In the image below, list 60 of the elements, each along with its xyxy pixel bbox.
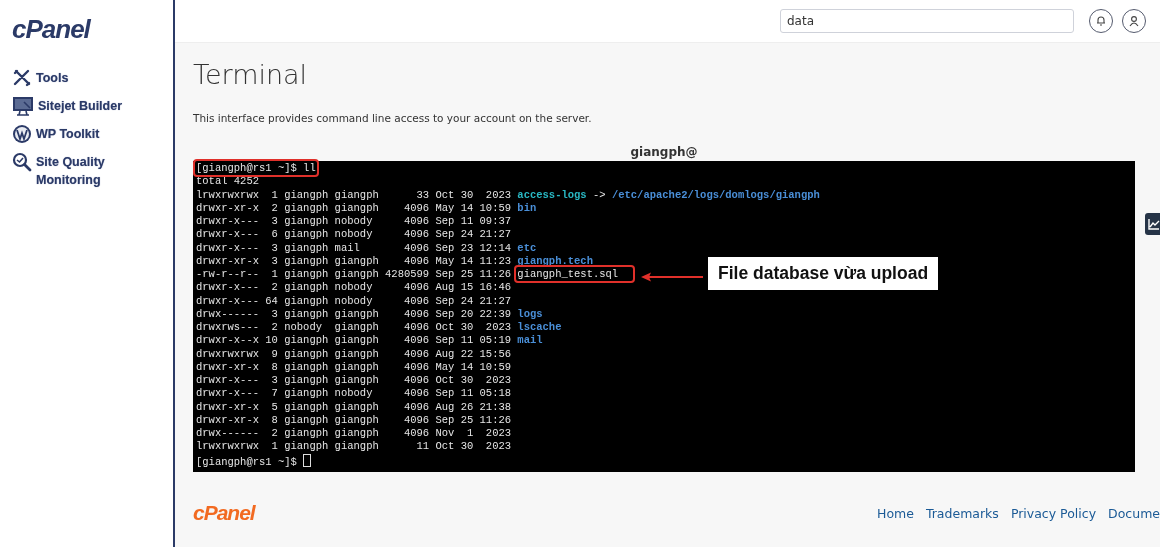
wordpress-icon (12, 124, 32, 144)
chart-button[interactable] (1145, 213, 1160, 235)
terminal-line: drwxr-x--- 3 giangph nobody 4096 Sep 11 09:37 (196, 215, 512, 227)
terminal-line: total 4252 (196, 175, 259, 188)
annotation-callout: File database vừa upload (708, 257, 939, 290)
terminal-line: drwxr-xr-x 8 giangph giangph 4096 May 14 10:59 (196, 360, 512, 373)
terminal-line: drwxr-x--- 64 giangph nobody 4096 Sep 24 21:27 (196, 294, 512, 307)
terminal-line: drwxr-x--- 2 giangph nobody 4096 Aug 15 16:46 (196, 281, 512, 294)
symlink-arrow: -> (591, 188, 607, 201)
file-name: etc (517, 241, 537, 254)
file-name: access-logs (517, 188, 587, 201)
sidebar-item[interactable]: WP Toolkit (12, 124, 142, 144)
terminal-line: drwxr-x--- 6 giangph nobody 4096 Sep 24 21:27 (196, 228, 512, 241)
terminal-line: drwxr-xr-x 8 giangph giangph 4096 Sep 25 11:26 (196, 413, 512, 426)
terminal-line: drwxr-xr-x 3 giangph giangph 4096 May 14 11:23 (196, 254, 513, 267)
search-field[interactable]: data (780, 9, 1074, 33)
file-name: logs (517, 307, 543, 320)
tools-icon (12, 68, 32, 88)
page-description: This interface provides command line access to your account on the server. (193, 112, 593, 124)
monitor-icon (12, 96, 34, 116)
terminal-window[interactable] (193, 161, 1135, 472)
terminal-command: [giangph@rs1 ~]$ ll (196, 162, 316, 174)
terminal-line: drwxr-x--- 7 giangph nobody 4096 Sep 11 05:18 (196, 387, 512, 400)
footer-link[interactable]: Home (877, 505, 914, 521)
file-name: bin (517, 201, 537, 214)
notifications-button[interactable] (1089, 9, 1113, 33)
bell-icon (1095, 15, 1107, 27)
sidebar-item[interactable]: Site Quality Monitoring (12, 152, 142, 189)
terminal-line: drwxr-x--- 3 giangph mail 4096 Sep 23 12:14 (196, 241, 513, 254)
terminal-line: lrwxrwxrwx 1 giangph giangph 33 Oct 30 2023 (196, 188, 513, 201)
terminal-line: drwxr-x--x 10 giangph giangph 4096 Sep 11 05:19 (196, 334, 513, 347)
terminal-line: drwxrwxrwx 9 giangph giangph 4096 Aug 22 15:56 (196, 347, 512, 360)
annotation-arrow (641, 272, 703, 282)
terminal-prompt: [giangph@rs1 ~]$ (196, 455, 298, 468)
terminal-line: drwxrws--- 2 nobody giangph 4096 Oct 30 2023 (196, 321, 513, 333)
sidebar-item[interactable]: Tools (12, 68, 142, 88)
symlink-target: /etc/apache2/logs/domlogs/giangph (611, 188, 820, 201)
footer-link[interactable]: Docume (1108, 505, 1160, 521)
terminal-line: drwxr-xr-x 2 giangph giangph 4096 May 14 10:59 (196, 201, 513, 214)
file-name: lscache (517, 321, 562, 333)
page-title: Terminal (193, 59, 309, 90)
chart-icon (1148, 218, 1160, 230)
terminal-line: drwxr-x--- 3 giangph giangph 4096 Oct 30 2023 (196, 374, 512, 386)
file-name: giangph.tech (517, 254, 593, 267)
terminal-line: lrwxrwxrwx 1 giangph giangph 11 Oct 30 2023 (196, 440, 512, 453)
footer-link[interactable]: Privacy Policy (1010, 505, 1097, 521)
terminal-line: drwx------ 3 giangph giangph 4096 Sep 20 22:39 (196, 307, 513, 320)
sidebar-item[interactable]: Sitejet Builder (12, 96, 142, 116)
footer-link[interactable]: Trademarks (925, 505, 999, 521)
terminal-line: drwx------ 2 giangph giangph 4096 Nov 1 2023 (196, 427, 512, 439)
user-button[interactable] (1122, 9, 1146, 33)
search-icon (12, 152, 32, 172)
terminal-line: drwxr-xr-x 5 giangph giangph 4096 Aug 26 21:38 (196, 400, 512, 413)
user-icon (1128, 15, 1140, 27)
terminal-title: giangph@ (629, 145, 699, 161)
cursor (303, 453, 312, 467)
cpanel-logo[interactable]: cPanel (12, 14, 173, 44)
terminal-line: -rw-r--r-- 1 giangph giangph 4280599 Sep 25 11:26 (196, 268, 513, 280)
file-name: giangph_test.sql (517, 268, 633, 280)
file-name: mail (517, 334, 543, 347)
